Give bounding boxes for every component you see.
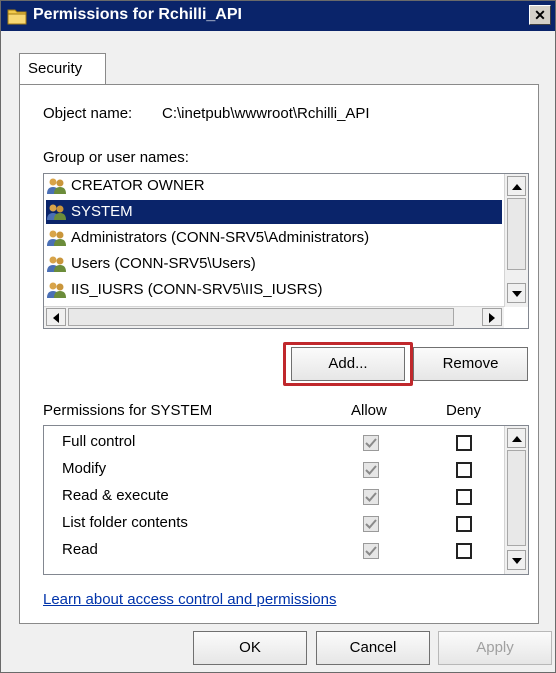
user-group-icon <box>47 256 66 273</box>
add-button[interactable]: Add... <box>291 347 405 381</box>
user-group-icon <box>47 230 66 247</box>
scroll-left-button[interactable] <box>46 308 66 326</box>
group-list-item[interactable]: IIS_IUSRS (CONN-SRV5\IIS_IUSRS) <box>46 278 322 302</box>
perm-scroll-thumb[interactable] <box>507 450 526 546</box>
window-title: Permissions for Rchilli_API <box>33 6 242 23</box>
user-group-icon <box>47 178 66 195</box>
permission-name: Modify <box>62 460 107 477</box>
scroll-up-button[interactable] <box>507 176 526 196</box>
permissions-list[interactable]: Full control Modify Read & execute List fol… <box>43 425 529 575</box>
deny-header: Deny <box>446 402 482 419</box>
permission-name: Read & execute <box>62 487 169 504</box>
permission-name: Read <box>62 541 98 558</box>
arrow-up-icon <box>511 184 522 190</box>
remove-button[interactable]: Remove <box>413 347 528 381</box>
permission-name: Full control <box>62 433 136 450</box>
allow-checkbox[interactable] <box>363 489 379 505</box>
checkmark-icon <box>365 465 377 475</box>
group-user-list[interactable]: CREATOR OWNER SYSTEM Administrators (CONN-… <box>43 173 529 329</box>
checkmark-icon <box>365 519 377 529</box>
arrow-down-icon <box>511 291 522 297</box>
perm-scroll-up-button[interactable] <box>507 428 526 448</box>
permissions-dialog: Permissions for Rchilli_API ✕ Security O… <box>0 0 556 673</box>
object-name-label: Object name: <box>43 105 133 122</box>
title-bar[interactable]: Permissions for Rchilli_API ✕ <box>1 1 555 31</box>
allow-header: Allow <box>351 402 387 419</box>
group-names-label: Group or user names: <box>43 149 189 166</box>
permission-name: List folder contents <box>62 514 188 531</box>
permissions-label: Permissions for SYSTEM <box>43 402 213 419</box>
group-list-vscroll[interactable] <box>504 174 528 307</box>
group-list-item-label: CREATOR OWNER <box>71 177 205 194</box>
user-group-icon <box>47 204 66 221</box>
group-list-hscroll[interactable] <box>44 306 504 328</box>
close-button[interactable]: ✕ <box>529 5 551 25</box>
scroll-down-button[interactable] <box>507 283 526 303</box>
deny-checkbox[interactable] <box>456 516 472 532</box>
h-scroll-thumb[interactable] <box>68 308 454 326</box>
scroll-right-button[interactable] <box>482 308 502 326</box>
permissions-vscroll[interactable] <box>504 426 528 574</box>
group-list-item-label: Administrators (CONN-SRV5\Administrators… <box>71 229 370 246</box>
deny-checkbox[interactable] <box>456 543 472 559</box>
group-list-item[interactable]: Users (CONN-SRV5\Users) <box>46 252 256 276</box>
perm-scroll-down-button[interactable] <box>507 550 526 570</box>
group-list-item-label: SYSTEM <box>71 203 133 220</box>
tab-security[interactable]: Security <box>19 53 106 85</box>
arrow-up-icon <box>511 436 522 442</box>
apply-button[interactable]: Apply <box>438 631 552 665</box>
group-list-item-label: IIS_IUSRS (CONN-SRV5\IIS_IUSRS) <box>71 281 323 298</box>
object-name-value: C:\inetpub\wwwroot\Rchilli_API <box>162 105 370 122</box>
allow-checkbox[interactable] <box>363 516 379 532</box>
folder-icon <box>7 9 27 25</box>
deny-checkbox[interactable] <box>456 435 472 451</box>
group-list-item[interactable]: SYSTEM <box>46 200 502 224</box>
scroll-thumb[interactable] <box>507 198 526 270</box>
allow-checkbox[interactable] <box>363 435 379 451</box>
group-list-item-label: Users (CONN-SRV5\Users) <box>71 255 256 272</box>
cancel-button[interactable]: Cancel <box>316 631 430 665</box>
deny-checkbox[interactable] <box>456 489 472 505</box>
allow-checkbox[interactable] <box>363 543 379 559</box>
ok-button[interactable]: OK <box>193 631 307 665</box>
checkmark-icon <box>365 438 377 448</box>
checkmark-icon <box>365 492 377 502</box>
arrow-left-icon <box>53 313 59 323</box>
close-icon: ✕ <box>534 7 546 23</box>
checkmark-icon <box>365 546 377 556</box>
allow-checkbox[interactable] <box>363 462 379 478</box>
group-list-item[interactable]: Administrators (CONN-SRV5\Administrators… <box>46 226 369 250</box>
arrow-right-icon <box>489 313 495 323</box>
arrow-down-icon <box>511 558 522 564</box>
group-list-item[interactable]: CREATOR OWNER <box>46 174 205 198</box>
learn-more-link[interactable]: Learn about access control and permissio… <box>43 591 337 608</box>
deny-checkbox[interactable] <box>456 462 472 478</box>
user-group-icon <box>47 282 66 299</box>
